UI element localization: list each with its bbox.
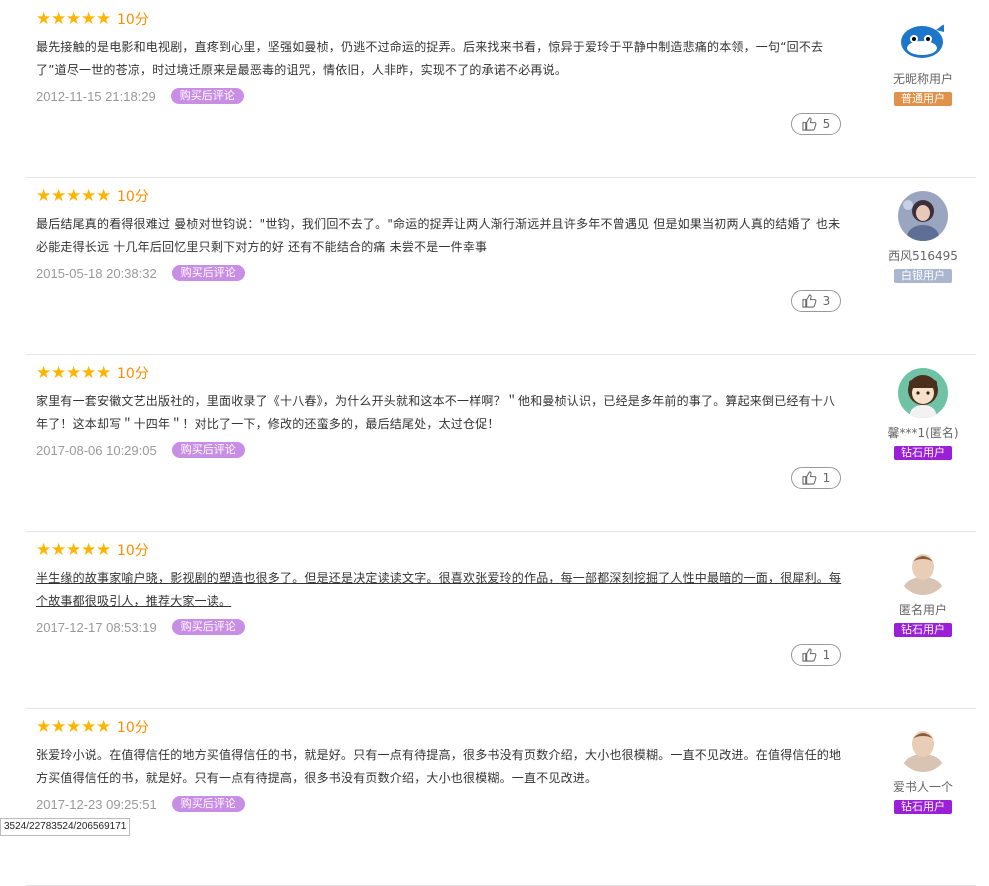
default-user-avatar-icon <box>898 545 948 595</box>
like-count: 3 <box>822 294 831 308</box>
star-rating-icons: ★ ★ ★ ★ ★ <box>36 362 112 383</box>
review-content: 家里有一套安徽文艺出版社的，里面收录了《十八春》，为什么开头就和这本不一样啊？＂… <box>36 394 836 431</box>
review-score: 10分 <box>117 366 149 382</box>
girl-avatar-icon <box>898 368 948 418</box>
star-rating-icons: ★ ★ ★ ★ ★ <box>36 716 112 737</box>
user-info: 匿名用户 钻石用户 <box>886 545 960 637</box>
avatar[interactable] <box>898 545 948 595</box>
star-icon: ★ <box>51 185 67 206</box>
star-icon: ★ <box>36 185 52 206</box>
star-rating-icons: ★ ★ ★ ★ ★ <box>36 8 112 29</box>
avatar[interactable] <box>898 191 948 241</box>
star-icon: ★ <box>36 8 52 29</box>
rating: ★ ★ ★ ★ ★ 10分 <box>36 362 149 384</box>
rating: ★ ★ ★ ★ ★ 10分 <box>36 8 149 30</box>
rating: ★ ★ ★ ★ ★ 10分 <box>36 539 149 561</box>
star-icon: ★ <box>81 362 97 383</box>
rating: ★ ★ ★ ★ ★ 10分 <box>36 716 149 738</box>
star-icon: ★ <box>51 539 67 560</box>
star-icon: ★ <box>36 716 52 737</box>
purchase-badge: 购买后评论 <box>171 265 245 281</box>
username[interactable]: 匿名用户 <box>886 601 960 618</box>
star-rating-icons: ★ ★ ★ ★ ★ <box>36 539 112 560</box>
review-date: 2017-12-23 09:25:51 <box>36 796 157 812</box>
review-content: 张爱玲小说。在值得信任的地方买值得信任的书，就是好。只有一点有待提高，很多书没有… <box>36 748 842 785</box>
review-content-link[interactable]: 半生缘的故事家喻户晓，影视剧的塑造也很多了。但是还是决定读读文字。很喜欢张爱玲的… <box>36 567 842 613</box>
rating: ★ ★ ★ ★ ★ 10分 <box>36 185 149 207</box>
user-level-badge: 普通用户 <box>894 92 952 106</box>
like-button[interactable]: 5 <box>791 113 841 135</box>
star-icon: ★ <box>96 362 112 383</box>
review-score: 10分 <box>117 543 149 559</box>
star-rating-icons: ★ ★ ★ ★ ★ <box>36 185 112 206</box>
star-icon: ★ <box>96 539 112 560</box>
review-content: 最后结尾真的看得很难过 曼桢对世钧说："世钧，我们回不去了。"命运的捉弄让两人渐… <box>36 217 841 254</box>
review-date: 2015-05-18 20:38:32 <box>36 265 157 281</box>
thumbs-up-icon <box>802 471 817 485</box>
star-icon: ★ <box>36 539 52 560</box>
user-level-badge: 钻石用户 <box>894 800 952 814</box>
like-count: 1 <box>822 648 831 662</box>
like-count: 1 <box>822 471 831 485</box>
avatar[interactable] <box>898 368 948 418</box>
star-icon: ★ <box>51 8 67 29</box>
star-icon: ★ <box>51 362 67 383</box>
avatar[interactable] <box>898 14 948 64</box>
username[interactable]: 无昵称用户 <box>886 70 960 87</box>
review-item: ★ ★ ★ ★ ★ 10分 家里有一套安徽文艺出版社的，里面收录了《十八春》，为什么开头… <box>26 354 976 532</box>
default-user-avatar-icon <box>898 722 948 772</box>
user-info: 西风516495 白银用户 <box>886 191 960 283</box>
username[interactable]: 西风516495 <box>886 247 960 264</box>
like-button[interactable]: 3 <box>791 290 841 312</box>
review-content: 最先接触的是电影和电视剧，直疼到心里，坚强如曼桢，仍逃不过命运的捉弄。后来找来书… <box>36 40 824 77</box>
username[interactable]: 爱书人一个 <box>886 778 960 795</box>
star-icon: ★ <box>81 539 97 560</box>
star-icon: ★ <box>81 8 97 29</box>
star-icon: ★ <box>96 185 112 206</box>
star-icon: ★ <box>66 362 82 383</box>
star-icon: ★ <box>66 716 82 737</box>
user-info: 馨***1(匿名) 钻石用户 <box>886 368 960 460</box>
purchase-badge: 购买后评论 <box>171 796 245 812</box>
avatar[interactable] <box>898 722 948 772</box>
star-icon: ★ <box>81 716 97 737</box>
star-icon: ★ <box>96 8 112 29</box>
star-icon: ★ <box>36 362 52 383</box>
purchase-badge: 购买后评论 <box>171 619 245 635</box>
review-item: ★ ★ ★ ★ ★ 10分 最先接触的是电影和电视剧，直疼到心里，坚强如曼桢，仍逃不过命… <box>26 0 976 178</box>
thumbs-up-icon <box>802 117 817 131</box>
like-button[interactable]: 1 <box>791 467 841 489</box>
review-score: 10分 <box>117 12 149 28</box>
user-level-badge: 钻石用户 <box>894 623 952 637</box>
star-icon: ★ <box>66 8 82 29</box>
review-score: 10分 <box>117 189 149 205</box>
star-icon: ★ <box>66 185 82 206</box>
star-icon: ★ <box>66 539 82 560</box>
review-item: ★ ★ ★ ★ ★ 10分 半生缘的故事家喻户晓，影视剧的塑造也很多了。但是还是决定读读… <box>26 531 976 709</box>
user-info: 无昵称用户 普通用户 <box>886 14 960 106</box>
star-icon: ★ <box>96 716 112 737</box>
review-date: 2012-11-15 21:18:29 <box>36 88 156 104</box>
purchase-badge: 购买后评论 <box>170 88 244 104</box>
like-count: 5 <box>822 117 831 131</box>
review-date: 2017-08-06 10:29:05 <box>36 442 157 458</box>
like-button[interactable]: 1 <box>791 644 841 666</box>
thumbs-up-icon <box>802 648 817 662</box>
username[interactable]: 馨***1(匿名) <box>886 424 960 441</box>
thumbs-up-icon <box>802 294 817 308</box>
user-level-badge: 白银用户 <box>894 269 952 283</box>
star-icon: ★ <box>51 716 67 737</box>
review-date: 2017-12-17 08:53:19 <box>36 619 157 635</box>
star-icon: ★ <box>81 185 97 206</box>
user-info: 爱书人一个 钻石用户 <box>886 722 960 814</box>
review-item: ★ ★ ★ ★ ★ 10分 最后结尾真的看得很难过 曼桢对世钧说："世钧，我们回不去了。… <box>26 177 976 355</box>
browser-status-bar: 3524/22783524/206569171 <box>0 818 131 836</box>
review-item: ★ ★ ★ ★ ★ 10分 张爱玲小说。在值得信任的地方买值得信任的书，就是好。只有一点… <box>26 708 976 886</box>
user-level-badge: 钻石用户 <box>894 446 952 460</box>
purchase-badge: 购买后评论 <box>171 442 245 458</box>
review-score: 10分 <box>117 720 149 736</box>
photo-avatar-icon <box>898 191 948 241</box>
whale-avatar-icon <box>898 14 948 64</box>
